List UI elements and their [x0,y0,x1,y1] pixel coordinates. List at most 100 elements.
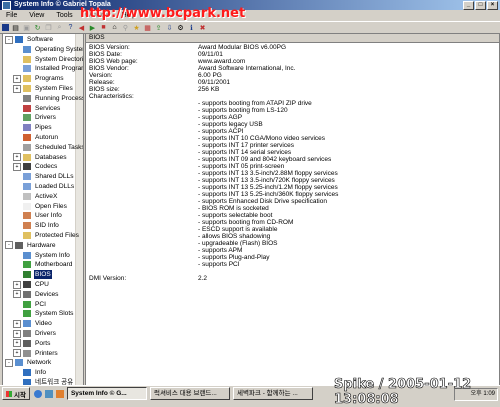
expand-icon[interactable]: + [13,339,21,348]
quick-launch [33,389,64,398]
property-value: - BIOS ROM is socketed [198,205,269,212]
tree-item[interactable]: + Ports [13,339,51,348]
tree-item[interactable]: - Software [5,35,54,44]
tree-item[interactable]: Info [13,368,47,377]
properties-icon[interactable]: ▣ [22,23,31,32]
expand-icon[interactable]: + [13,290,21,299]
tree-item[interactable]: Running Processes [13,94,83,103]
expand-icon[interactable]: + [13,329,21,338]
tree-item[interactable]: Pipes [13,123,53,132]
tree-item[interactable]: Services [13,104,61,113]
tree-scrollbar[interactable] [75,34,83,386]
tree-item[interactable]: Drivers [13,113,57,122]
expand-icon[interactable]: + [13,153,21,162]
tree-item-icon [23,310,31,318]
tree-item[interactable]: System Directories [13,55,84,64]
tree-item-label: Databases [35,153,67,161]
refresh-icon[interactable]: ↻ [33,23,42,32]
tree-item[interactable]: BIOS [13,270,52,280]
menu-tools[interactable]: Tools [50,12,78,19]
favorites-icon[interactable]: ★ [132,23,141,32]
tree-item[interactable]: + Printers [13,349,59,358]
tree-item[interactable]: Autorun [13,133,59,142]
expand-icon[interactable]: + [13,280,21,289]
tree-item[interactable]: Operating System [13,45,83,54]
tree-item-label: Loaded DLLs [35,183,75,190]
copy-icon[interactable]: ❐ [44,23,53,32]
tree-item[interactable]: PCI [13,300,47,309]
home-icon[interactable]: ⌂ [110,23,119,32]
save-icon[interactable] [2,24,9,31]
search-icon[interactable]: ⚲ [121,23,130,32]
tree-item[interactable]: + Programs [13,74,65,83]
expand-icon[interactable]: + [13,74,21,83]
tree-item[interactable]: + Codecs [13,162,58,171]
stop-icon[interactable]: ■ [99,23,108,32]
close-icon[interactable]: ✖ [198,23,207,32]
expand-icon[interactable]: + [13,349,21,358]
media-icon[interactable] [55,389,64,398]
back-icon[interactable]: ◀ [77,23,86,32]
maximize-button[interactable]: □ [475,1,486,10]
tree-item-label: Programs [35,75,64,83]
tree-item[interactable]: - Network [5,358,52,367]
tree-item-icon [15,241,23,249]
property-value: - supports INT 05 print-screen [198,163,285,170]
taskbar-button[interactable]: System Info © G... [66,387,147,400]
tree-item[interactable]: Installed Programs [13,64,83,73]
help-icon[interactable]: ? [66,23,75,32]
property-value: Award Software International, Inc. [198,65,296,72]
collapse-icon[interactable]: - [5,241,13,250]
menu-view[interactable]: View [23,12,50,19]
tree-item[interactable]: + Video [13,319,53,328]
tree-item[interactable]: SID Info [13,221,60,230]
tree-item-icon [23,290,31,298]
tree-item-label: Ports [35,339,51,347]
collapse-icon[interactable]: - [5,358,13,367]
tree-item-icon [23,153,31,161]
app-icon [2,0,11,10]
tree-item[interactable]: Motherboard [13,260,73,269]
taskbar-button[interactable]: 세벽파크 - 함께하는 ... [232,387,313,400]
tree-item[interactable]: - Hardware [5,241,57,250]
start-button[interactable]: 시작 [2,387,30,400]
tree-item[interactable]: Protected Files [13,231,80,240]
tree-item[interactable]: + Databases [13,153,68,162]
menu-file[interactable]: File [0,12,23,19]
settings-icon[interactable]: ⚙ [176,23,185,32]
minimize-button[interactable]: _ [463,1,474,10]
tree-item[interactable]: + Devices [13,290,59,299]
property-value: - supports INT 14 serial services [198,149,292,156]
tree-item[interactable]: ActiveX [13,192,58,201]
ie-icon[interactable] [33,389,42,398]
tree-item[interactable]: Scheduled Tasks [13,143,83,152]
tree-item[interactable]: Open Files [13,202,68,211]
tree-item-label: System Directories [35,55,84,63]
info-icon[interactable]: ℹ [187,23,196,32]
find-icon[interactable]: ⌕ [55,23,64,32]
tree-item[interactable]: Loaded DLLs [13,182,75,191]
tree-item[interactable]: System Slots [13,309,74,318]
report-icon[interactable]: ▦ [143,23,152,32]
print-icon[interactable]: ▤ [11,23,20,32]
tree-item-icon [23,300,31,308]
expand-icon[interactable]: + [13,319,21,328]
close-button[interactable]: × [487,1,498,10]
tree-item[interactable]: Shared DLLs [13,172,75,181]
tree-item[interactable]: User Info [13,211,63,220]
expand-icon[interactable]: + [13,162,21,171]
tree-item[interactable]: + System Files [13,84,74,93]
import-icon[interactable]: ⇩ [165,23,174,32]
collapse-icon[interactable]: - [5,35,13,44]
tree-item[interactable]: + CPU [13,280,50,289]
tree-item[interactable]: System Info [13,251,71,260]
export-icon[interactable]: ⇪ [154,23,163,32]
expand-icon[interactable]: + [13,84,21,93]
tree-item-label: BIOS [34,270,52,280]
tree-item[interactable]: + Drivers [13,329,57,338]
tree-item-label: Hardware [27,241,56,249]
tree-item-icon [23,320,31,328]
forward-icon[interactable]: ▶ [88,23,97,32]
taskbar-button[interactable]: 럭셔비스 대용 브랜드... [149,387,230,400]
desktop-icon[interactable] [44,389,53,398]
